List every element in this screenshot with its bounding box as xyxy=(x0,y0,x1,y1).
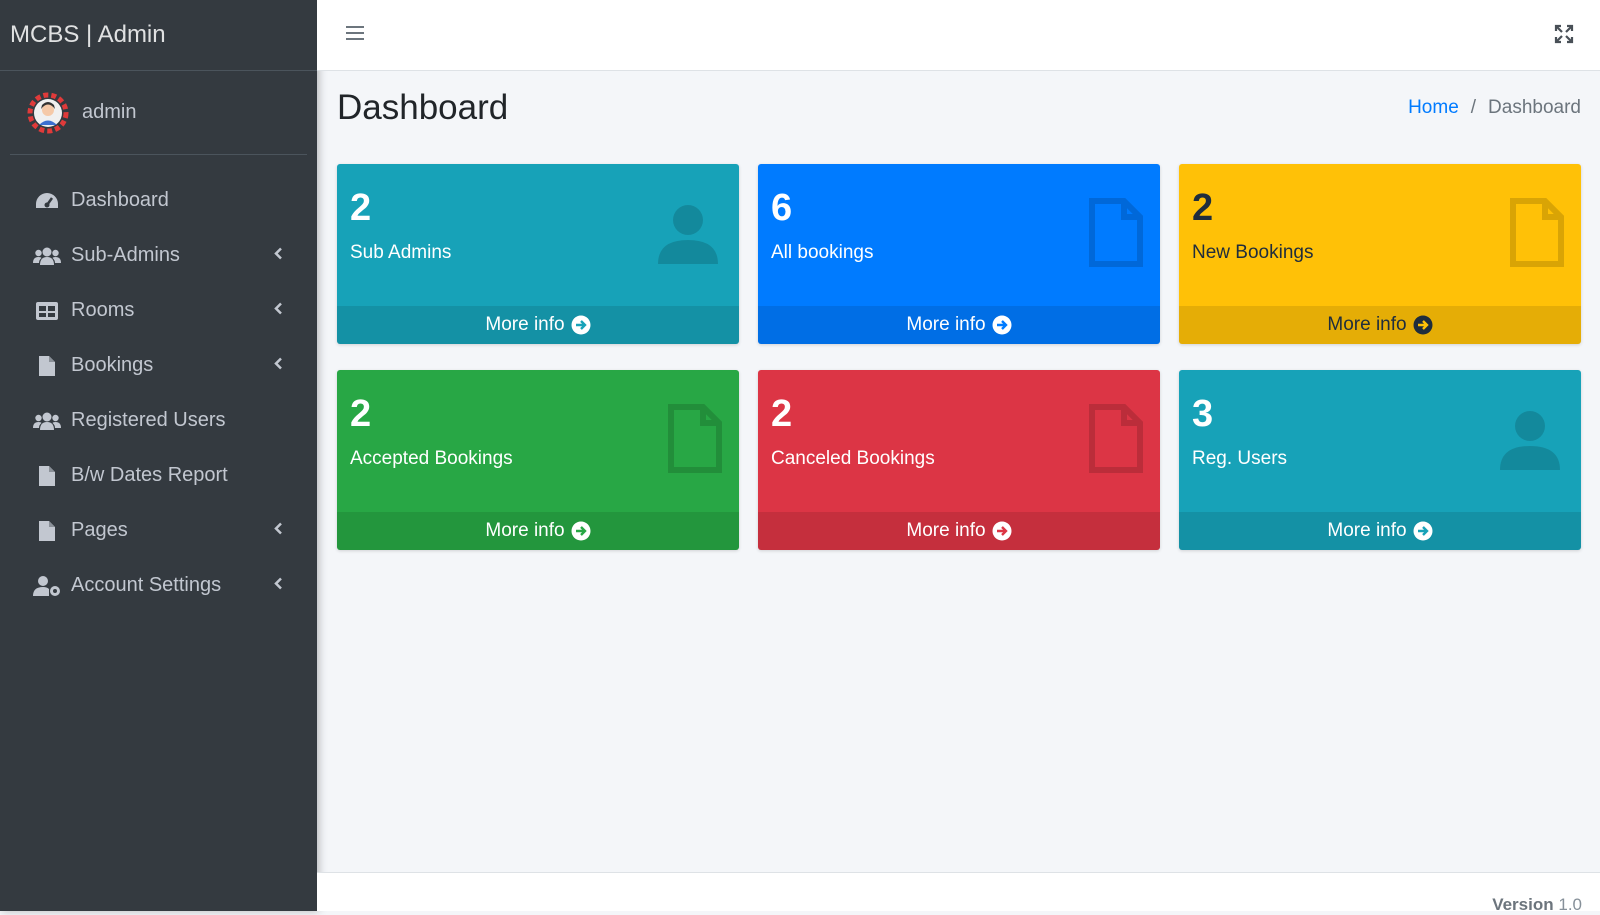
version-number: 1.0 xyxy=(1558,895,1582,914)
sidebar-nav: Dashboard Sub-Admins Rooms Bookings Regi… xyxy=(0,173,317,613)
stat-box-sub-admins: 2 Sub Admins More info xyxy=(337,164,739,344)
more-info-label: More info xyxy=(485,314,565,335)
chevron-left-icon xyxy=(273,246,283,265)
chevron-left-icon xyxy=(273,356,283,375)
user-name[interactable]: admin xyxy=(82,101,136,124)
breadcrumb-current: Dashboard xyxy=(1488,97,1581,118)
brand-link[interactable]: MCBS | Admin xyxy=(0,0,317,71)
breadcrumb: Home / Dashboard xyxy=(1408,97,1581,119)
user-cog-icon xyxy=(33,574,61,598)
sidebar-item-sub-admins[interactable]: Sub-Admins xyxy=(0,228,317,283)
sidebar-item-label: Rooms xyxy=(71,299,135,321)
file-icon xyxy=(1088,404,1144,479)
file-icon xyxy=(667,404,723,479)
stat-box-reg-users: 3 Reg. Users More info xyxy=(1179,370,1581,550)
chevron-left-icon xyxy=(273,301,283,320)
stats-grid: 2 Sub Admins More info 6 All bookings Mo… xyxy=(337,164,1581,550)
stat-box-all-bookings: 6 All bookings More info xyxy=(758,164,1160,344)
more-info-label: More info xyxy=(1327,314,1407,335)
arrow-circle-right-icon xyxy=(992,521,1012,541)
more-info-label: More info xyxy=(485,520,565,541)
sidebar-item-bookings[interactable]: Bookings xyxy=(0,338,317,393)
sidebar-item-label: Bookings xyxy=(71,354,154,376)
file-icon xyxy=(1509,198,1565,273)
chevron-left-icon xyxy=(273,576,283,595)
arrow-circle-right-icon xyxy=(1413,521,1433,541)
dashboard-icon xyxy=(33,189,61,213)
user-icon xyxy=(1495,404,1565,479)
arrow-circle-right-icon xyxy=(1413,315,1433,335)
stat-box-new-bookings: 2 New Bookings More info xyxy=(1179,164,1581,344)
more-info-label: More info xyxy=(906,314,986,335)
users-icon xyxy=(33,409,61,433)
sidebar-item-bw-dates-report[interactable]: B/w Dates Report xyxy=(0,448,317,503)
more-info-link[interactable]: More info xyxy=(337,512,739,550)
sidebar-item-label: Dashboard xyxy=(71,189,169,211)
sidebar-item-registered-users[interactable]: Registered Users xyxy=(0,393,317,448)
user-icon xyxy=(653,198,723,273)
breadcrumb-home-link[interactable]: Home xyxy=(1408,97,1459,119)
sidebar-item-label: Account Settings xyxy=(71,574,222,596)
avatar xyxy=(26,91,70,135)
user-panel: admin xyxy=(10,71,307,155)
main-footer: Version 1.0 xyxy=(317,872,1600,914)
stat-box-canceled-bookings: 2 Canceled Bookings More info xyxy=(758,370,1160,550)
file-icon xyxy=(33,464,61,488)
more-info-link[interactable]: More info xyxy=(337,306,739,344)
arrow-circle-right-icon xyxy=(571,315,591,335)
sidebar-item-label: B/w Dates Report xyxy=(71,464,228,486)
breadcrumb-separator: / xyxy=(1470,97,1477,118)
more-info-link[interactable]: More info xyxy=(1179,306,1581,344)
fullscreen-icon[interactable] xyxy=(1554,24,1574,49)
arrow-circle-right-icon xyxy=(992,315,1012,335)
hamburger-menu-icon[interactable] xyxy=(345,24,365,47)
sidebar-item-label: Pages xyxy=(71,519,128,541)
arrow-circle-right-icon xyxy=(571,521,591,541)
more-info-link[interactable]: More info xyxy=(758,512,1160,550)
sidebar-item-label: Registered Users xyxy=(71,409,226,431)
table-icon xyxy=(33,299,61,323)
version-info: Version 1.0 xyxy=(1492,895,1582,915)
file-icon xyxy=(33,519,61,543)
page-title: Dashboard xyxy=(337,88,509,127)
sidebar: MCBS | Admin admin Dashboard Sub-Admins xyxy=(0,0,317,911)
more-info-label: More info xyxy=(1327,520,1407,541)
more-info-link[interactable]: More info xyxy=(758,306,1160,344)
more-info-link[interactable]: More info xyxy=(1179,512,1581,550)
sidebar-item-pages[interactable]: Pages xyxy=(0,503,317,558)
sidebar-item-account-settings[interactable]: Account Settings xyxy=(0,558,317,613)
users-icon xyxy=(33,244,61,268)
brand-text: MCBS | Admin xyxy=(10,21,166,48)
sidebar-item-label: Sub-Admins xyxy=(71,244,180,266)
file-icon xyxy=(33,354,61,378)
stat-box-accepted-bookings: 2 Accepted Bookings More info xyxy=(337,370,739,550)
version-label: Version xyxy=(1492,895,1554,914)
top-navbar xyxy=(317,0,1600,71)
sidebar-item-dashboard[interactable]: Dashboard xyxy=(0,173,317,228)
more-info-label: More info xyxy=(906,520,986,541)
sidebar-item-rooms[interactable]: Rooms xyxy=(0,283,317,338)
file-icon xyxy=(1088,198,1144,273)
chevron-left-icon xyxy=(273,521,283,540)
